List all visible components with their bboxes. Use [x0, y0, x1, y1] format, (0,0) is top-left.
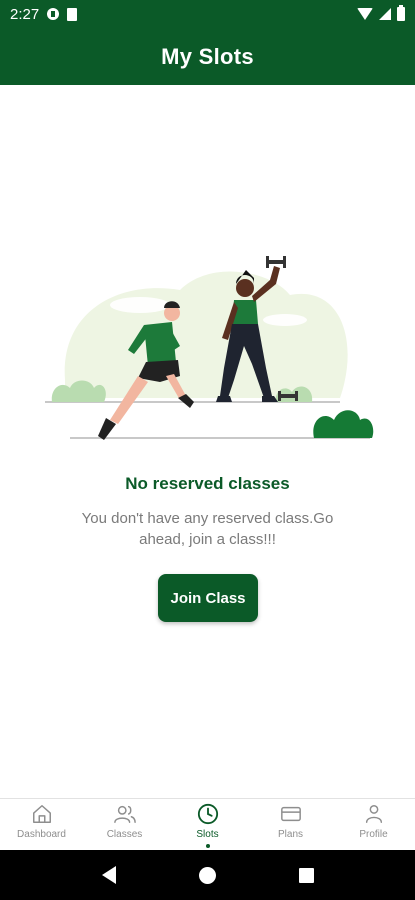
back-icon[interactable] [101, 866, 116, 884]
sim-card-icon [67, 7, 78, 21]
bush-right-dark [313, 410, 374, 438]
cloud-shape [110, 297, 170, 313]
recents-icon[interactable] [298, 867, 314, 883]
nav-item-slots[interactable]: Slots [166, 799, 249, 850]
page-title: My Slots [161, 43, 254, 69]
app-bar: My Slots [0, 28, 415, 85]
person-icon [365, 805, 382, 823]
clock-icon [197, 803, 218, 825]
nav-label-classes: Classes [106, 829, 143, 840]
signal-icon [379, 8, 391, 20]
nav-label-plans: Plans [277, 829, 303, 840]
battery-icon [397, 5, 405, 21]
empty-state-title: No reserved classes [125, 474, 290, 493]
nav-item-plans[interactable]: Plans [249, 799, 332, 850]
background-blob [64, 271, 348, 398]
join-class-button[interactable]: Join Class [158, 574, 258, 622]
active-indicator-dot [205, 844, 210, 848]
cloud-shape [263, 314, 307, 326]
nav-label-dashboard: Dashboard [17, 829, 66, 840]
status-bar: 2:27 [0, 0, 415, 28]
users-icon [113, 805, 136, 823]
dumbbell-floor [280, 394, 296, 398]
wifi-icon [357, 8, 373, 20]
status-time: 2:27 [10, 5, 40, 23]
empty-state-illustration [45, 256, 374, 440]
card-icon [280, 806, 301, 822]
system-navigation-bar [0, 850, 415, 900]
nav-label-profile: Profile [359, 829, 388, 840]
bottom-navigation: Dashboard Classes Slots Plans Profile [0, 798, 415, 850]
home-icon [32, 805, 51, 823]
nav-item-profile[interactable]: Profile [332, 799, 415, 850]
home-circle-icon[interactable] [198, 866, 216, 884]
nav-item-dashboard[interactable]: Dashboard [0, 799, 83, 850]
empty-state-description: You don't have any reserved class.Go ahe… [81, 510, 334, 548]
nav-item-classes[interactable]: Classes [83, 799, 166, 850]
nav-label-slots: Slots [196, 829, 219, 840]
notification-f-icon [47, 8, 60, 20]
